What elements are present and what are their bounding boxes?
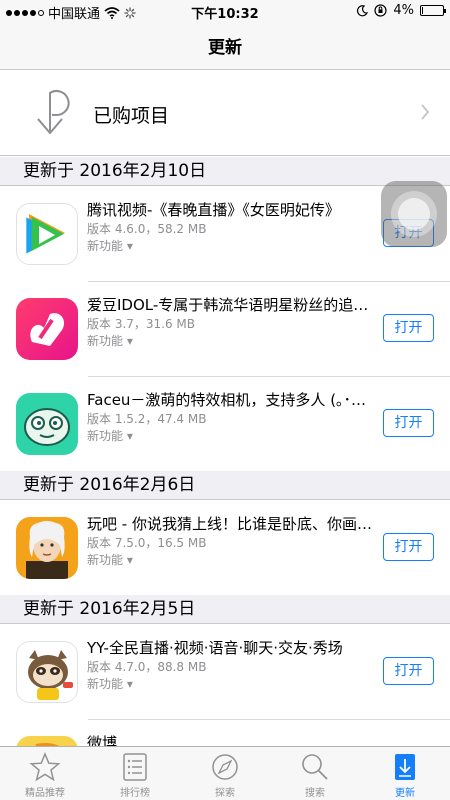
battery-fill [422,7,423,14]
tab-label: 搜索 [305,788,325,799]
assistive-touch-inner-ring [398,198,430,230]
navigation-bar: 更新 [0,22,450,70]
orientation-lock-icon [374,4,387,17]
app-row-idol[interactable]: 爱豆IDOL-专属于韩流华语明星粉丝的追星神器 版本 3.7，31.6 MB 新… [0,282,450,377]
status-right: 4% [356,3,446,18]
new-features-toggle[interactable]: 新功能 ▾ [87,237,133,254]
tab-label: 探索 [215,788,235,799]
app-row-yy[interactable]: YY-全民直播·视频·语音·聊天·交友·秀场 版本 4.7.0，88.8 MB … [0,625,450,720]
idol-icon [16,298,78,360]
app-name: YY-全民直播·视频·语音·聊天·交友·秀场 [87,639,343,657]
app-version-size: 版本 4.7.0，88.8 MB [87,660,207,674]
compass-icon [212,754,238,780]
chevron-right-icon [421,104,430,120]
purchased-icon [37,90,70,135]
faceu-icon [16,393,78,455]
purchased-label: 已购项目 [93,105,170,127]
app-store-updates-screen: 中国联通 下午10:32 4% 更新 已购项目 更新于 2016年2月10日 腾… [0,0,450,800]
app-version-size: 版本 4.6.0，58.2 MB [87,222,207,236]
new-features-toggle[interactable]: 新功能 ▾ [87,551,133,568]
tab-featured[interactable]: 精品推荐 [0,747,90,800]
tencent-video-icon [16,203,78,265]
app-name: Faceu－激萌的特效相机，支持多人 (｡･ω･｡) [87,391,372,409]
app-version-size: 版本 3.7，31.6 MB [87,317,196,331]
download-icon [395,754,415,780]
tab-bar: 精品推荐 排行榜 探索 搜索 更新 [0,746,450,800]
section-header-feb-10: 更新于 2016年2月10日 [0,157,450,186]
purchased-row[interactable]: 已购项目 [0,71,450,156]
assistive-touch-button[interactable] [381,181,447,247]
open-button[interactable]: 打开 [383,314,434,342]
tab-updates[interactable]: 更新 [360,747,450,800]
section-header-feb-5: 更新于 2016年2月5日 [0,595,450,624]
app-name: 爱豆IDOL-专属于韩流华语明星粉丝的追星神器 [87,296,372,314]
tab-top-charts[interactable]: 排行榜 [90,747,180,800]
star-icon [29,752,61,782]
tab-label: 更新 [395,788,415,799]
tab-label: 精品推荐 [25,788,65,799]
battery-percent: 4% [393,3,414,18]
app-version-size: 版本 1.5.2，47.4 MB [87,412,207,426]
page-title: 更新 [208,38,242,58]
app-row-faceu[interactable]: Faceu－激萌的特效相机，支持多人 (｡･ω･｡) 版本 1.5.2，47.4… [0,377,450,471]
wanba-icon [16,517,78,579]
status-bar: 中国联通 下午10:32 4% [0,0,450,22]
new-features-toggle[interactable]: 新功能 ▾ [87,427,133,444]
app-version-size: 版本 7.5.0，16.5 MB [87,536,207,550]
do-not-disturb-moon-icon [357,4,369,16]
open-button[interactable]: 打开 [383,657,434,685]
app-name: 玩吧 - 你说我猜上线！比谁是卧底、你画我猜 [87,515,372,533]
open-button[interactable]: 打开 [383,533,434,561]
new-features-toggle[interactable]: 新功能 ▾ [87,332,133,349]
app-name: 腾讯视频-《春晚直播》《女医明妃传》 [87,201,340,219]
app-row-wanba[interactable]: 玩吧 - 你说我猜上线！比谁是卧底、你画我猜 版本 7.5.0，16.5 MB … [0,501,450,595]
battery-icon [420,5,446,16]
open-button[interactable]: 打开 [383,409,434,437]
new-features-toggle[interactable]: 新功能 ▾ [87,675,133,692]
yy-icon [16,641,78,703]
search-icon [302,754,328,780]
tab-explore[interactable]: 探索 [180,747,270,800]
tab-label: 排行榜 [120,788,150,799]
tab-search[interactable]: 搜索 [270,747,360,800]
section-header-feb-6: 更新于 2016年2月6日 [0,471,450,500]
list-icon [123,753,147,781]
